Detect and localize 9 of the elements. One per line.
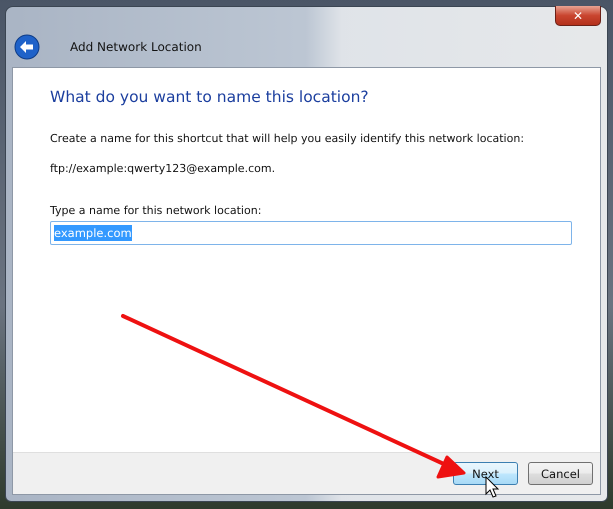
address-text: ftp://example:qwerty123@example.com. <box>50 162 276 175</box>
window-title: Add Network Location <box>70 40 202 54</box>
field-value: example.com <box>54 225 132 241</box>
dialog-heading: What do you want to name this location? <box>50 88 370 106</box>
description-text: Create a name for this shortcut that will help you easily identify this network location: <box>50 132 526 145</box>
cancel-button[interactable]: Cancel <box>528 462 593 485</box>
next-button[interactable]: Next <box>453 462 518 485</box>
field-label: Type a name for this network location: <box>50 204 262 217</box>
close-button[interactable]: ✕ <box>555 6 601 26</box>
